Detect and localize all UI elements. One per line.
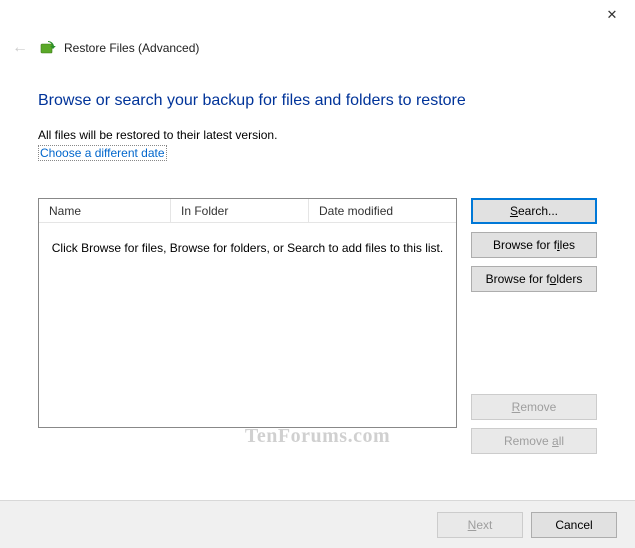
app-title: Restore Files (Advanced) — [64, 41, 199, 55]
browse-folders-button[interactable]: Browse for folders — [471, 266, 597, 292]
browse-files-button[interactable]: Browse for files — [471, 232, 597, 258]
listview-header: Name In Folder Date modified — [39, 199, 456, 223]
footer: Next Cancel — [0, 500, 635, 548]
close-button[interactable]: ✕ — [589, 0, 635, 30]
sub-text: All files will be restored to their late… — [38, 128, 597, 142]
remove-all-button: Remove all — [471, 428, 597, 454]
column-folder[interactable]: In Folder — [171, 199, 309, 222]
mid-row: Name In Folder Date modified Click Brows… — [38, 198, 597, 462]
titlebar: ✕ — [0, 0, 635, 30]
side-buttons: Search... Browse for files Browse for fo… — [471, 198, 597, 462]
file-listview[interactable]: Name In Folder Date modified Click Brows… — [38, 198, 457, 428]
app-icon — [40, 40, 56, 56]
search-button[interactable]: Search... — [471, 198, 597, 224]
close-icon: ✕ — [607, 7, 618, 23]
page-title: Browse or search your backup for files a… — [38, 92, 597, 110]
back-arrow-icon: ← — [8, 39, 32, 57]
choose-date-link[interactable]: Choose a different date — [38, 145, 167, 161]
column-name[interactable]: Name — [39, 199, 171, 222]
column-date[interactable]: Date modified — [309, 199, 456, 222]
button-spacer — [471, 300, 597, 394]
content: Browse or search your backup for files a… — [0, 66, 635, 462]
remove-button: Remove — [471, 394, 597, 420]
next-button: Next — [437, 512, 523, 538]
listview-empty-message: Click Browse for files, Browse for folde… — [39, 223, 456, 255]
header: ← Restore Files (Advanced) — [0, 30, 635, 66]
cancel-button[interactable]: Cancel — [531, 512, 617, 538]
